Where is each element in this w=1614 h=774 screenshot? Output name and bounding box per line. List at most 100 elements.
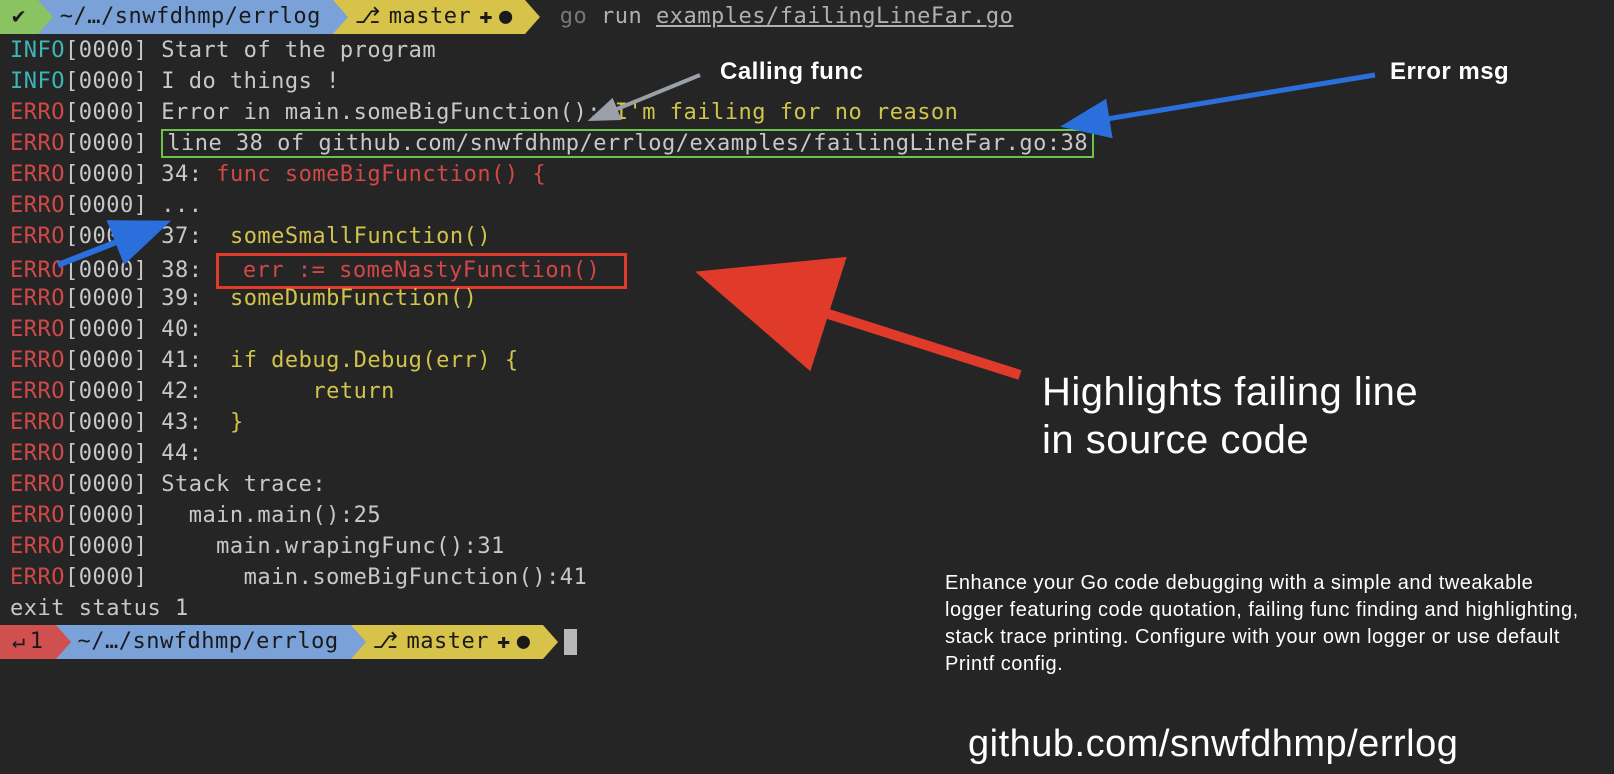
log-timestamp: [0000] [65, 348, 161, 373]
annotation-failing-line: Highlights failing line in source code [1042, 368, 1582, 464]
annotation-calling-func: Calling func [720, 55, 863, 88]
code-fragment: someSmallFunction() [202, 224, 491, 249]
line-number: 44: [161, 441, 202, 466]
line-number: 40: [161, 317, 202, 342]
log-text: ... [161, 193, 202, 218]
annotation-error-msg: Error msg [1390, 55, 1509, 88]
source-location-box: line 38 of github.com/snwfdhmp/errlog/ex… [161, 129, 1094, 158]
cmd-run: run [601, 4, 642, 29]
log-level: ERRO [10, 193, 65, 218]
log-timestamp: [0000] [65, 224, 161, 249]
annotation-blurb: Enhance your Go code debugging with a si… [945, 570, 1595, 678]
log-timestamp: [0000] [65, 565, 161, 590]
log-timestamp: [0000] [65, 258, 161, 283]
git-branch-icon: ⎇ [373, 627, 399, 657]
path-segment: ~/…/snwfdhmp/errlog [38, 0, 333, 34]
cmd-go: go [560, 4, 588, 29]
return-code: 1 [30, 627, 44, 657]
log-line: ERRO[0000] main.main():25 [10, 501, 1604, 532]
log-timestamp: [0000] [65, 69, 161, 94]
dot-icon: ● [499, 2, 513, 32]
log-level: ERRO [10, 441, 65, 466]
log-level: ERRO [10, 286, 65, 311]
dot-icon: ● [517, 627, 531, 657]
log-line: ERRO[0000] Error in main.someBigFunction… [10, 98, 1604, 129]
log-level: ERRO [10, 410, 65, 435]
log-text: main.main():25 [161, 503, 381, 528]
command-input[interactable]: go run examples/failingLineFar.go [540, 2, 1014, 32]
log-line: ERRO[0000] ... [10, 191, 1604, 222]
code-fragment: I'm failing for no reason [615, 100, 959, 125]
log-timestamp: [0000] [65, 503, 161, 528]
prompt-path: ~/…/snwfdhmp/errlog [60, 2, 321, 32]
log-text: Error in main.someBigFunction(): [161, 100, 615, 125]
return-icon: ↵ [12, 627, 26, 657]
log-level: ERRO [10, 224, 65, 249]
plus-icon: ✚ [497, 627, 511, 657]
log-line: ERRO[0000] 34: func someBigFunction() { [10, 160, 1604, 191]
top-prompt-bar: ✔ ~/…/snwfdhmp/errlog ⎇ master ✚ ● go ru… [0, 0, 1614, 34]
log-level: ERRO [10, 317, 65, 342]
log-timestamp: [0000] [65, 38, 161, 63]
log-level: ERRO [10, 565, 65, 590]
log-text: Stack trace: [161, 472, 326, 497]
line-number: 39: [161, 286, 202, 311]
log-level: INFO [10, 38, 65, 63]
terminal-output: INFO[0000] Start of the programINFO[0000… [0, 34, 1614, 594]
code-fragment: someDumbFunction() [202, 286, 477, 311]
annotation-failing-line-2: in source code [1042, 416, 1582, 464]
log-timestamp: [0000] [65, 534, 161, 559]
git-segment: ⎇ master ✚ ● [351, 625, 543, 659]
log-level: ERRO [10, 379, 65, 404]
log-level: ERRO [10, 258, 65, 283]
cursor[interactable] [564, 629, 577, 655]
return-code-segment: ↵ 1 [0, 625, 56, 659]
chevron-right-icon [351, 625, 366, 659]
log-timestamp: [0000] [65, 131, 161, 156]
annotation-failing-line-1: Highlights failing line [1042, 368, 1582, 416]
log-timestamp: [0000] [65, 162, 161, 187]
line-number: 37: [161, 224, 202, 249]
line-number: 42: [161, 379, 202, 404]
log-timestamp: [0000] [65, 317, 161, 342]
chevron-right-icon [543, 625, 558, 659]
cmd-path: examples/failingLineFar.go [656, 4, 1013, 29]
log-level: ERRO [10, 534, 65, 559]
git-branch-icon: ⎇ [355, 2, 381, 32]
log-line: ERRO[0000] 38: err := someNastyFunction(… [10, 253, 1604, 284]
log-timestamp: [0000] [65, 193, 161, 218]
log-line: ERRO[0000] 37: someSmallFunction() [10, 222, 1604, 253]
chevron-right-icon [38, 0, 53, 34]
log-level: INFO [10, 69, 65, 94]
git-branch-name: master [389, 2, 471, 32]
code-fragment: if debug.Debug(err) { [202, 348, 518, 373]
chevron-right-icon [525, 0, 540, 34]
log-level: ERRO [10, 503, 65, 528]
log-text: main.wrapingFunc():31 [161, 534, 505, 559]
status-segment: ✔ [0, 0, 38, 34]
log-timestamp: [0000] [65, 441, 161, 466]
line-number: 43: [161, 410, 202, 435]
code-fragment: func someBigFunction() { [202, 162, 546, 187]
path-segment: ~/…/snwfdhmp/errlog [56, 625, 351, 659]
log-level: ERRO [10, 472, 65, 497]
log-timestamp: [0000] [65, 410, 161, 435]
line-number: 38: [161, 258, 216, 283]
log-timestamp: [0000] [65, 100, 161, 125]
log-level: ERRO [10, 162, 65, 187]
log-line: ERRO[0000] 40: [10, 315, 1604, 346]
plus-icon: ✚ [479, 2, 493, 32]
log-level: ERRO [10, 131, 65, 156]
log-level: ERRO [10, 100, 65, 125]
log-timestamp: [0000] [65, 286, 161, 311]
log-timestamp: [0000] [65, 472, 161, 497]
check-icon: ✔ [12, 2, 26, 32]
prompt-path: ~/…/snwfdhmp/errlog [78, 627, 339, 657]
log-timestamp: [0000] [65, 379, 161, 404]
git-branch-name: master [407, 627, 489, 657]
log-level: ERRO [10, 348, 65, 373]
line-number: 41: [161, 348, 202, 373]
log-text: main.someBigFunction():41 [161, 565, 587, 590]
line-number: 34: [161, 162, 202, 187]
log-line: ERRO[0000] main.wrapingFunc():31 [10, 532, 1604, 563]
